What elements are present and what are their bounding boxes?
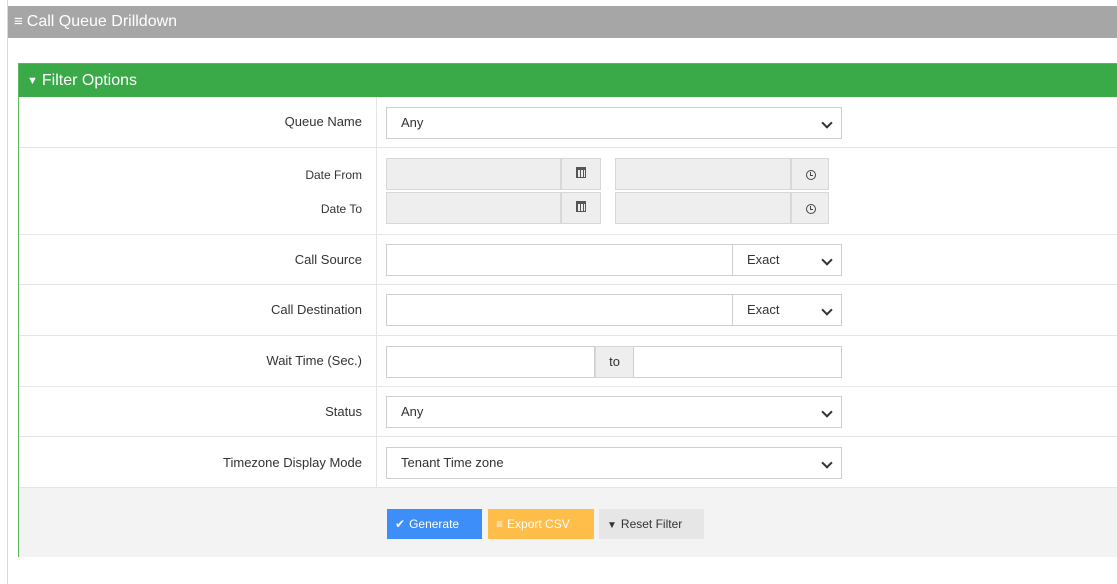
time-from-clock-button[interactable] [791,158,829,190]
clock-icon [806,204,816,214]
chevron-down-icon [821,457,833,469]
timezone-row: Timezone Display Mode Tenant Time zone [19,437,1117,488]
timezone-label: Timezone Display Mode [223,455,362,470]
wait-time-from-input[interactable] [386,346,595,378]
call-source-match-value: Exact [747,252,780,267]
call-destination-match-value: Exact [747,302,780,317]
date-to-input[interactable] [386,192,561,224]
queue-name-value: Any [401,115,424,130]
clock-icon [806,170,816,180]
wait-time-to-addon: to [595,346,634,378]
date-to-label: Date To [320,202,362,216]
filter-panel: ▼ Filter Options Queue Name Any Date From… [18,63,1117,557]
page-left-border [7,0,8,584]
date-from-input[interactable] [386,158,561,190]
timezone-value: Tenant Time zone [401,455,504,470]
time-from-input[interactable] [615,158,791,190]
chevron-down-icon [821,117,833,129]
time-to-clock-button[interactable] [791,192,829,224]
date-to-calendar-button[interactable] [561,192,601,224]
timezone-select[interactable]: Tenant Time zone [386,447,842,479]
export-csv-button[interactable]: ≡ Export CSV [488,509,594,539]
date-from-calendar-button[interactable] [561,158,601,190]
calendar-icon [576,201,586,212]
call-destination-match-select[interactable]: Exact [732,294,842,326]
wait-time-row: Wait Time (Sec.) to [19,336,1117,387]
status-select[interactable]: Any [386,396,842,428]
chevron-down-icon [821,406,833,418]
wait-time-label: Wait Time (Sec.) [266,353,362,368]
status-row: Status Any [19,387,1117,437]
status-value: Any [401,404,424,419]
reset-filter-button[interactable]: ▼ Reset Filter [599,509,704,539]
filter-panel-title: Filter Options [41,72,138,89]
call-source-match-select[interactable]: Exact [732,244,842,276]
filter-panel-header[interactable]: ▼ Filter Options [19,64,1117,97]
check-icon: ✔ [395,517,406,531]
call-source-row: Call Source Exact [19,235,1117,285]
page-header: ≡ Call Queue Drilldown [8,6,1117,38]
filter-icon: ▼ [27,75,38,87]
status-label: Status [325,404,362,419]
filter-actions: ✔ Generate ≡ Export CSV ▼ Reset Filter [19,488,1117,557]
date-range-row: Date From Date To [19,148,1117,235]
date-from-label: Date From [305,168,362,182]
time-to-input[interactable] [615,192,791,224]
queue-name-row: Queue Name Any [19,97,1117,148]
chevron-down-icon [821,304,833,316]
call-destination-label: Call Destination [270,302,362,317]
call-destination-row: Call Destination Exact [19,285,1117,336]
list-icon: ≡ [496,517,504,531]
wait-time-to-input[interactable] [633,346,842,378]
filter-icon: ▼ [607,520,617,531]
queue-name-label: Queue Name [284,114,362,129]
page-title: Call Queue Drilldown [26,13,178,30]
queue-name-select[interactable]: Any [386,107,842,139]
chevron-down-icon [821,254,833,266]
call-source-label: Call Source [294,252,362,267]
calendar-icon [576,167,586,178]
generate-button[interactable]: ✔ Generate [387,509,482,539]
call-source-input[interactable] [386,244,733,276]
hamburger-icon[interactable]: ≡ [14,6,23,38]
call-destination-input[interactable] [386,294,733,326]
